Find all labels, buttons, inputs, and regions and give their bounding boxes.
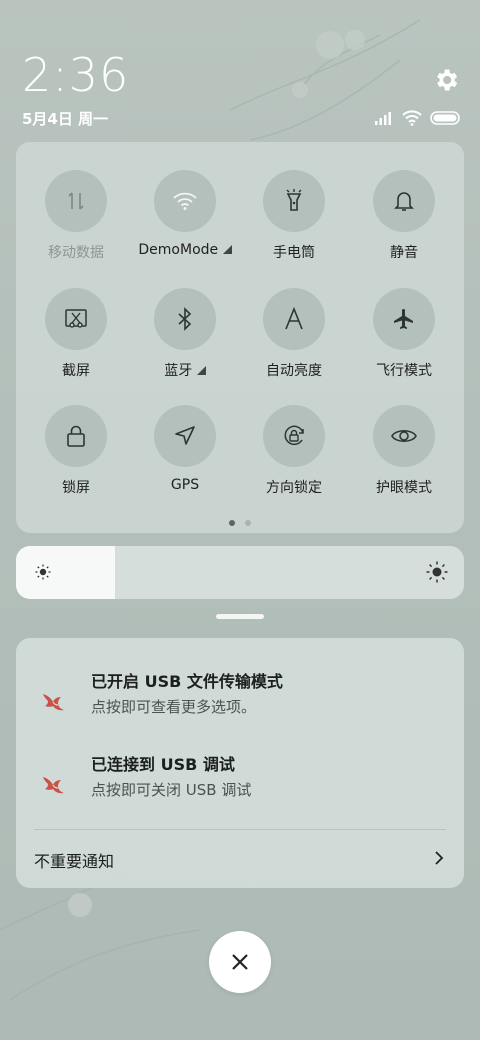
tile-wifi-button[interactable] [154,170,216,232]
status-bar: 2:36 5月4日 周一 [0,0,480,140]
tile-airplane-button[interactable] [373,288,435,350]
tile-gps[interactable]: GPS [135,405,235,493]
tile-screenshot-button[interactable] [45,288,107,350]
submenu-triangle-icon [196,366,206,375]
tile-eye-care[interactable]: 护眼模式 [354,405,454,497]
tile-label: 自动亮度 [266,363,322,379]
tile-flashlight-button[interactable] [263,170,325,232]
tile-eye-care-button[interactable] [373,405,435,467]
bluetooth-icon [178,307,192,331]
gear-icon[interactable] [432,66,460,94]
page-dot [245,520,251,526]
quick-settings-panel: 移动数据 DemoMode 手电筒 静音 截屏 蓝牙 自动亮度 飞行模式 锁屏 … [16,142,464,533]
tile-bluetooth[interactable]: 蓝牙 [135,288,235,380]
tile-bluetooth-button[interactable] [154,288,216,350]
tile-label: 移动数据 [48,245,104,261]
location-arrow-icon [175,426,195,445]
tile-lock-screen-button[interactable] [45,405,107,467]
clock-time: 2:36 [22,48,130,102]
bell-icon [394,192,414,211]
notification-card: 已开启 USB 文件传输模式 点按即可查看更多选项。 已连接到 USB 调试 点… [16,638,464,888]
tile-mobile-data[interactable]: 移动数据 [26,170,126,262]
page-dot-active [229,520,235,526]
drag-handle[interactable] [216,614,264,619]
wifi-icon [402,110,422,126]
sun-large-icon [426,561,448,583]
tile-rotation-lock[interactable]: 方向锁定 [244,405,344,497]
page-indicator [16,520,464,526]
tile-label: 静音 [390,245,418,261]
unimportant-notifications-link[interactable]: 不重要通知 [34,848,114,872]
lock-icon [67,425,85,447]
eye-icon [391,429,417,443]
notification-usb-debugging[interactable]: 已连接到 USB 调试 点按即可关闭 USB 调试 [16,751,464,815]
tile-label: 护眼模式 [376,480,432,496]
brightness-fill [16,546,115,599]
tile-mute[interactable]: 静音 [354,170,454,262]
notification-title: 已开启 USB 文件传输模式 [91,672,283,691]
swallow-icon [43,777,64,794]
divider [34,829,446,830]
notification-body: 点按即可查看更多选项。 [91,698,257,716]
tile-mobile-data-button[interactable] [45,170,107,232]
tile-auto-brightness-button[interactable] [263,288,325,350]
tile-label: GPS [170,477,200,493]
tile-label: 飞行模式 [376,363,432,379]
sun-small-icon [35,564,51,580]
tile-label: 蓝牙 [164,363,193,379]
submenu-triangle-icon [222,245,232,254]
signal-icon [375,112,391,125]
tile-lock-screen[interactable]: 锁屏 [26,405,126,497]
notification-usb-file-transfer[interactable]: 已开启 USB 文件传输模式 点按即可查看更多选项。 [16,668,464,732]
tile-airplane[interactable]: 飞行模式 [354,288,454,380]
tile-label-wrap: 蓝牙 [164,360,206,380]
chevron-right-icon[interactable] [432,850,446,866]
system-icons [374,110,462,126]
tile-screenshot[interactable]: 截屏 [26,288,126,380]
rotation-lock-icon [284,425,304,446]
mobile-data-icon [68,192,84,210]
clock-date: 5月4日 周一 [22,110,109,128]
brightness-slider[interactable] [16,546,464,599]
notification-body: 点按即可关闭 USB 调试 [91,781,252,799]
airplane-icon [394,309,413,329]
clear-all-button[interactable] [209,931,271,993]
swallow-icon [43,694,64,711]
tile-label: DemoMode [138,242,219,258]
tile-label: 锁屏 [62,480,90,496]
tile-wifi[interactable]: DemoMode [135,170,235,258]
battery-icon [430,111,460,125]
tile-label: 方向锁定 [266,480,322,496]
tile-label: 截屏 [62,363,90,379]
tile-gps-button[interactable] [154,405,216,467]
flashlight-icon [286,189,302,211]
tile-rotation-lock-button[interactable] [263,405,325,467]
close-icon [232,954,248,970]
auto-brightness-icon [285,307,303,330]
notification-title: 已连接到 USB 调试 [91,755,235,774]
tile-label: 手电筒 [273,245,315,261]
screenshot-icon [65,309,87,328]
tile-flashlight[interactable]: 手电筒 [244,170,344,262]
tile-mute-button[interactable] [373,170,435,232]
wifi-icon [173,192,197,210]
tile-label-wrap: DemoMode [138,242,232,258]
tile-auto-brightness[interactable]: 自动亮度 [244,288,344,380]
